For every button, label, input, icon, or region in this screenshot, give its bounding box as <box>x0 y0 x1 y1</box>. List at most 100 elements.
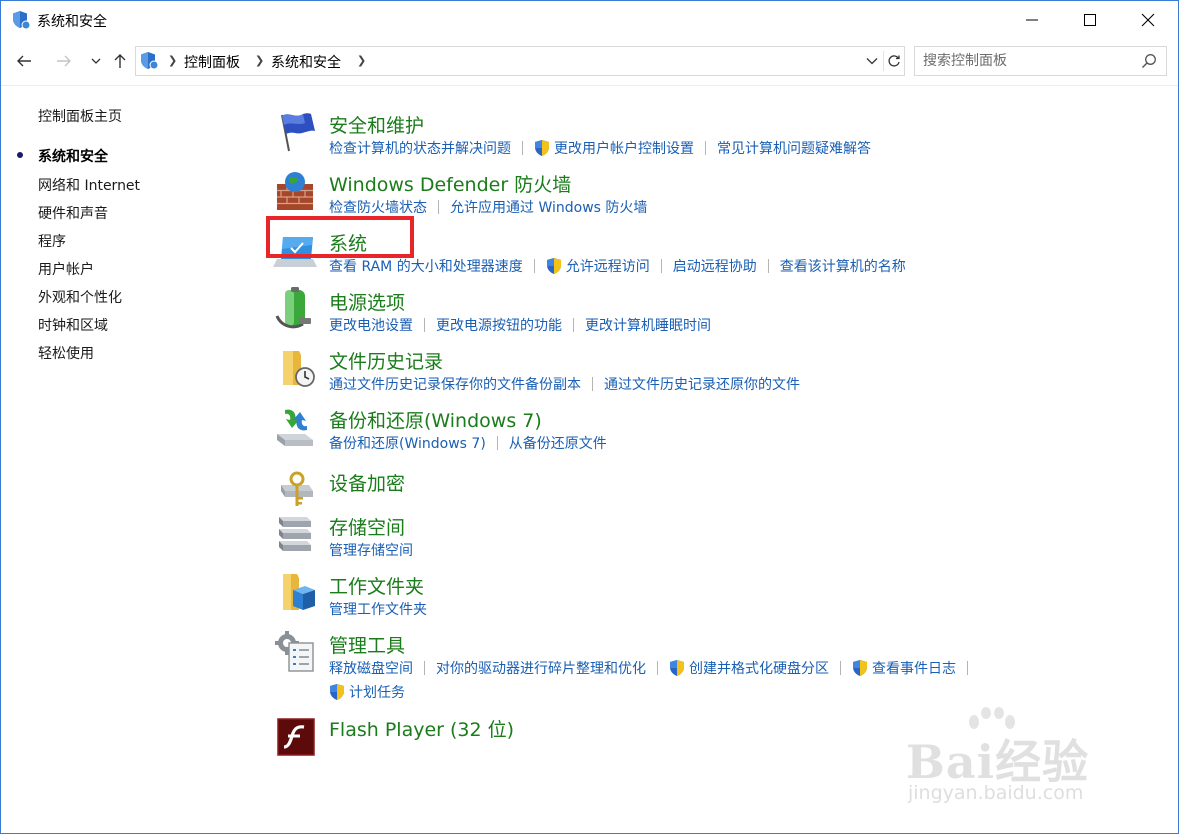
link-defragment-drives[interactable]: 对你的驱动器进行碎片整理和优化 <box>436 658 646 678</box>
link-manage-storage-spaces[interactable]: 管理存储空间 <box>329 540 413 560</box>
category-links-system: 查看 RAM 的大小和处理器速度 允许远程访问 启动远程协助 查看该计算机的名称 <box>329 256 906 276</box>
work-folders-icon <box>283 574 315 610</box>
link-backup-restore-win7[interactable]: 备份和还原(Windows 7) <box>329 433 486 453</box>
encryption-key-icon <box>281 471 313 506</box>
minimize-button[interactable] <box>1003 1 1061 39</box>
control-panel-icon <box>141 52 159 70</box>
header-divider <box>1 85 1178 86</box>
link-launch-remote-assistance[interactable]: 启动远程协助 <box>673 256 757 276</box>
breadcrumb-separator-icon: ❯ <box>357 54 367 67</box>
current-page-bullet-icon <box>17 152 23 158</box>
link-divider <box>533 259 535 273</box>
link-divider <box>573 318 574 332</box>
refresh-button[interactable] <box>883 51 903 71</box>
title-bar: 系统和安全 <box>1 1 1178 39</box>
control-panel-window: 系统和安全 ❯ 控制面板 ❯ 系统和安全 ❯ 搜索控制面板 控制面板主页 系统和… <box>0 0 1179 834</box>
category-links-storage-spaces: 管理存储空间 <box>329 540 413 560</box>
admin-tools-icon <box>275 631 314 672</box>
link-restore-files[interactable]: 通过文件历史记录还原你的文件 <box>604 374 800 394</box>
flag-icon <box>281 113 315 152</box>
link-divider <box>424 661 425 675</box>
arrow-up-icon <box>114 54 126 68</box>
link-allow-app-through-firewall[interactable]: 允许应用通过 Windows 防火墙 <box>450 197 647 217</box>
link-restore-from-backup[interactable]: 从备份还原文件 <box>509 433 607 453</box>
link-divider <box>424 318 425 332</box>
arrow-left-icon <box>17 55 31 67</box>
close-button[interactable] <box>1119 1 1177 39</box>
link-free-disk-space[interactable]: 释放磁盘空间 <box>329 658 413 678</box>
search-input[interactable] <box>923 51 1133 71</box>
breadcrumb-separator-icon: ❯ <box>168 54 178 67</box>
search-box[interactable] <box>914 46 1167 76</box>
close-icon <box>1141 13 1155 27</box>
forward-button[interactable] <box>53 49 75 73</box>
category-title-security-maintenance[interactable]: 安全和维护 <box>329 111 424 138</box>
link-change-battery-settings[interactable]: 更改电池设置 <box>329 315 413 335</box>
category-title-backup-restore[interactable]: 备份和还原(Windows 7) <box>329 406 542 433</box>
breadcrumb-control-panel[interactable]: 控制面板 <box>184 52 240 72</box>
link-create-format-partitions[interactable]: 创建并格式化硬盘分区 <box>669 658 829 678</box>
link-schedule-tasks[interactable]: 计划任务 <box>329 682 405 702</box>
sidebar-item-appearance[interactable]: 外观和个性化 <box>38 287 122 307</box>
refresh-icon <box>887 55 900 67</box>
link-divider <box>522 141 523 155</box>
sidebar-item-system-security[interactable]: 系统和安全 <box>38 146 108 166</box>
search-icon[interactable] <box>1141 53 1157 69</box>
maximize-button[interactable] <box>1061 1 1119 39</box>
sidebar-item-ease-of-access[interactable]: 轻松使用 <box>38 343 94 363</box>
link-view-ram-processor[interactable]: 查看 RAM 的大小和处理器速度 <box>329 256 523 276</box>
category-title-work-folders[interactable]: 工作文件夹 <box>329 572 424 599</box>
chevron-down-icon <box>91 58 101 64</box>
breadcrumb-system-security[interactable]: 系统和安全 <box>271 52 341 72</box>
category-links-work-folders: 管理工作文件夹 <box>329 599 427 619</box>
maximize-icon <box>1084 14 1096 26</box>
category-title-firewall[interactable]: Windows Defender 防火墙 <box>329 170 571 197</box>
highlight-annotation-box <box>266 216 414 258</box>
sidebar-item-programs[interactable]: 程序 <box>38 231 66 251</box>
up-button[interactable] <box>109 49 131 73</box>
minimize-icon <box>1026 19 1038 21</box>
address-dropdown-button[interactable] <box>862 51 882 71</box>
back-button[interactable] <box>13 49 35 73</box>
category-title-file-history[interactable]: 文件历史记录 <box>329 347 443 374</box>
sidebar-item-user-accounts[interactable]: 用户帐户 <box>38 259 94 279</box>
uac-shield-icon <box>853 660 867 676</box>
link-change-sleep-time[interactable]: 更改计算机睡眠时间 <box>585 315 711 335</box>
window-title: 系统和安全 <box>37 14 107 30</box>
category-links-security-maintenance: 检查计算机的状态并解决问题 更改用户帐户控制设置 常见计算机问题疑难解答 <box>329 138 871 158</box>
recent-locations-button[interactable] <box>85 49 107 73</box>
link-change-uac-settings[interactable]: 更改用户帐户控制设置 <box>534 138 694 158</box>
link-save-backup-copies[interactable]: 通过文件历史记录保存你的文件备份副本 <box>329 374 581 394</box>
category-title-flash-player[interactable]: Flash Player (32 位) <box>329 715 514 742</box>
sidebar-item-hardware-sound[interactable]: 硬件和声音 <box>38 203 108 223</box>
link-divider <box>840 661 841 675</box>
category-links-file-history: 通过文件历史记录保存你的文件备份副本 通过文件历史记录还原你的文件 <box>329 374 800 394</box>
sidebar-control-panel-home[interactable]: 控制面板主页 <box>38 106 122 126</box>
link-troubleshoot[interactable]: 常见计算机问题疑难解答 <box>717 138 871 158</box>
link-see-computer-name[interactable]: 查看该计算机的名称 <box>780 256 906 276</box>
link-manage-work-folders[interactable]: 管理工作文件夹 <box>329 599 427 619</box>
category-title-admin-tools[interactable]: 管理工具 <box>329 631 405 658</box>
link-divider <box>438 200 439 214</box>
link-change-power-buttons[interactable]: 更改电源按钮的功能 <box>436 315 562 335</box>
category-links-backup-restore: 备份和还原(Windows 7) 从备份还原文件 <box>329 433 607 453</box>
address-bar[interactable]: ❯ 控制面板 ❯ 系统和安全 ❯ <box>135 46 905 76</box>
category-title-power-options[interactable]: 电源选项 <box>329 288 405 315</box>
watermark-url: jingyan.baidu.com <box>908 782 1084 804</box>
security-shield-icon <box>13 11 31 30</box>
category-title-storage-spaces[interactable]: 存储空间 <box>329 513 405 540</box>
link-view-event-logs[interactable]: 查看事件日志 <box>852 658 956 678</box>
sidebar-item-clock-region[interactable]: 时钟和区域 <box>38 315 108 335</box>
category-title-device-encryption[interactable]: 设备加密 <box>329 469 405 496</box>
link-divider <box>660 259 662 273</box>
link-check-firewall-status[interactable]: 检查防火墙状态 <box>329 197 427 217</box>
breadcrumb-separator-icon: ❯ <box>255 54 265 67</box>
link-allow-remote-access[interactable]: 允许远程访问 <box>546 256 650 276</box>
link-check-status[interactable]: 检查计算机的状态并解决问题 <box>329 138 511 158</box>
baidu-watermark: Bai经验 jingyan.baidu.com <box>906 706 1121 816</box>
arrow-right-icon <box>57 55 71 67</box>
sidebar-item-network-internet[interactable]: 网络和 Internet <box>38 175 140 195</box>
link-divider <box>767 259 769 273</box>
battery-icon <box>275 287 311 329</box>
firewall-icon <box>277 172 313 210</box>
